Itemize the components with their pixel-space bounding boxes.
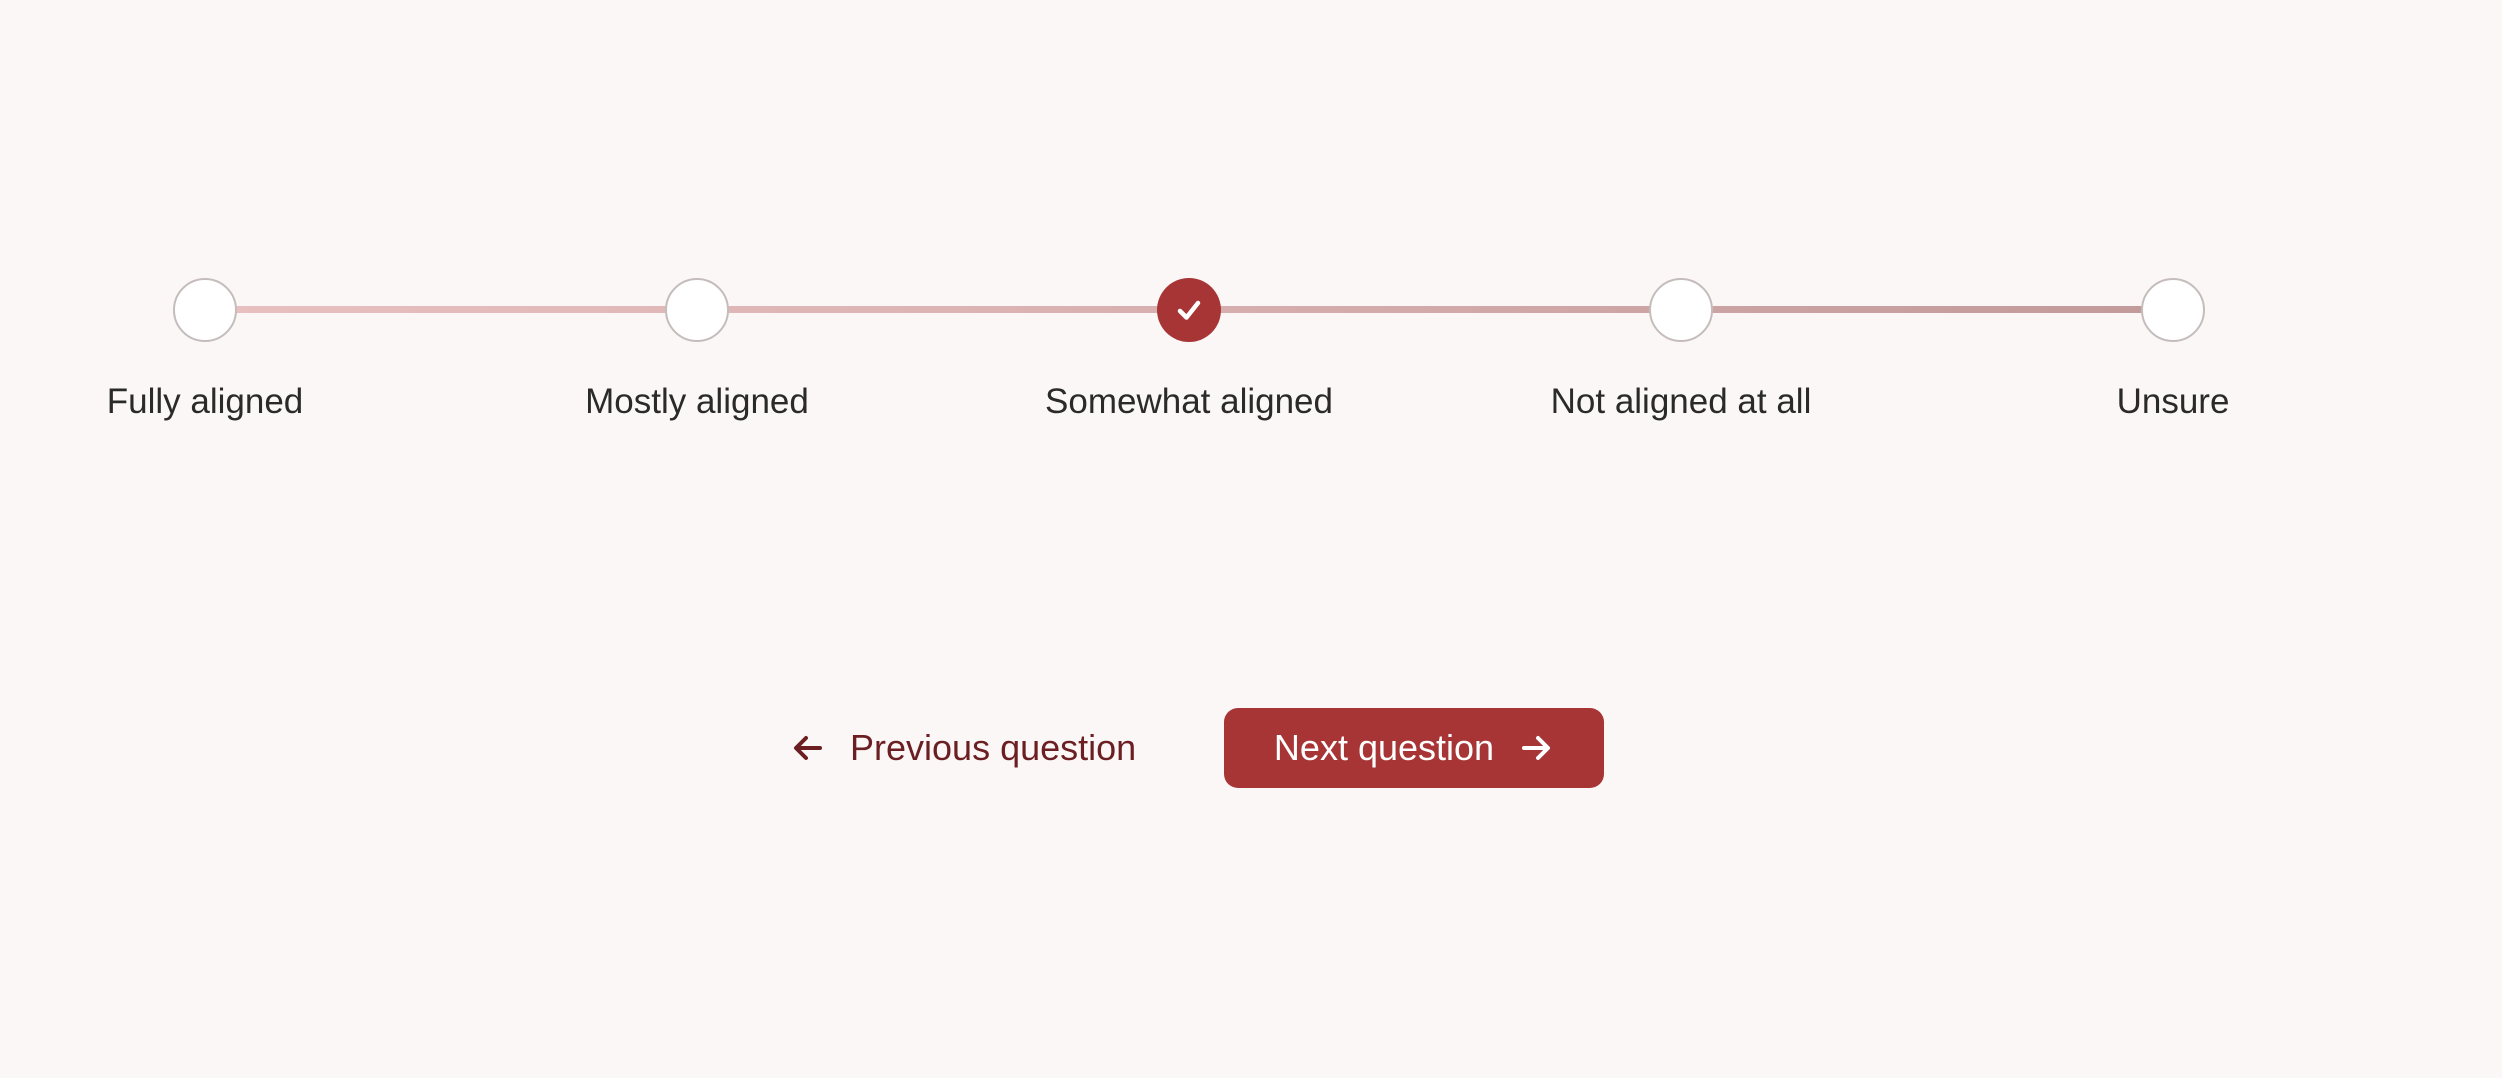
scale-option-mostly-aligned[interactable]: Mostly aligned xyxy=(497,0,897,440)
arrow-left-icon xyxy=(794,736,822,760)
next-question-button[interactable]: Next question xyxy=(1224,708,1604,788)
next-question-label: Next question xyxy=(1273,727,1495,768)
scale-option-not-aligned-at-all[interactable]: Not aligned at all xyxy=(1481,0,1881,440)
radio-button[interactable] xyxy=(173,278,237,342)
option-label: Unsure xyxy=(2116,382,2230,421)
radio-button[interactable] xyxy=(1649,278,1713,342)
check-icon xyxy=(1177,300,1201,320)
previous-question-label: Previous question xyxy=(850,727,1137,768)
option-label: Not aligned at all xyxy=(1550,382,1812,421)
scale-option-unsure[interactable]: Unsure xyxy=(1973,0,2373,440)
radio-button[interactable] xyxy=(2141,278,2205,342)
previous-question-button[interactable]: Previous question xyxy=(790,708,1150,788)
radio-button[interactable] xyxy=(665,278,729,342)
option-label: Mostly aligned xyxy=(585,382,809,421)
scale-option-somewhat-aligned[interactable]: Somewhat aligned xyxy=(989,0,1389,440)
alignment-scale: Fully aligned Mostly aligned Somewhat al… xyxy=(0,0,2502,421)
option-label: Fully aligned xyxy=(106,382,304,421)
radio-button-selected[interactable] xyxy=(1157,278,1221,342)
scale-option-fully-aligned[interactable]: Fully aligned xyxy=(5,0,405,440)
arrow-right-icon xyxy=(1522,736,1551,760)
option-label: Somewhat aligned xyxy=(1045,382,1333,421)
